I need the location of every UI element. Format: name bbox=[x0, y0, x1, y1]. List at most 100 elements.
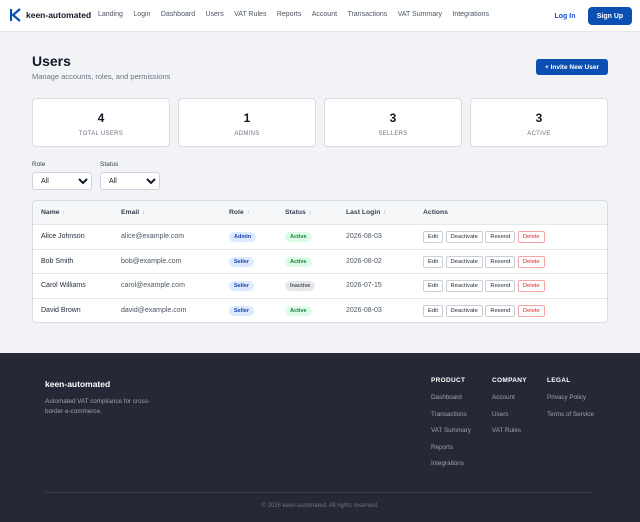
top-navbar: keen-automated Landing Login Dashboard U… bbox=[0, 0, 640, 32]
column-header-actions: Actions bbox=[423, 209, 448, 216]
table-row: Carol Williams carol@example.com Seller … bbox=[33, 274, 607, 299]
user-name: Carol Williams bbox=[41, 282, 86, 289]
delete-button[interactable]: Delete bbox=[517, 280, 545, 292]
footer-link-vat-rules[interactable]: VAT Rules bbox=[492, 427, 527, 434]
nav-reports[interactable]: Reports bbox=[277, 11, 302, 18]
delete-button[interactable]: Delete bbox=[517, 231, 545, 243]
column-label: Status bbox=[285, 209, 306, 216]
footer-link-reports[interactable]: Reports bbox=[431, 444, 471, 451]
role-badge: Admin bbox=[229, 232, 257, 242]
column-header-name[interactable]: Name ↑ bbox=[41, 209, 65, 216]
footer-column-legal: LEGAL Privacy Policy Terms of Service bbox=[547, 377, 594, 427]
resend-button[interactable]: Resend bbox=[485, 255, 516, 268]
stat-card-sellers: 3 SELLERS bbox=[324, 98, 462, 147]
footer-column-company: COMPANY Account Users VAT Rules bbox=[492, 377, 527, 444]
sort-icon: ↕ bbox=[142, 210, 145, 216]
main-nav: Landing Login Dashboard Users VAT Rules … bbox=[98, 11, 499, 18]
footer-link-privacy[interactable]: Privacy Policy bbox=[547, 394, 594, 401]
column-label: Actions bbox=[423, 209, 448, 216]
resend-button[interactable]: Resend bbox=[485, 231, 516, 243]
role-badge: Seller bbox=[229, 305, 254, 316]
nav-vat-rules[interactable]: VAT Rules bbox=[234, 11, 266, 18]
footer-link-account[interactable]: Account bbox=[492, 394, 527, 401]
stat-card-total-users: 4 TOTAL USERS bbox=[32, 98, 170, 147]
edit-button[interactable]: Edit bbox=[423, 255, 443, 268]
stat-value: 3 bbox=[535, 111, 543, 125]
edit-button[interactable]: Edit bbox=[423, 280, 443, 292]
column-header-email[interactable]: Email ↕ bbox=[121, 209, 145, 216]
users-table: Name ↑ Email ↕ Role ↕ Status ↕ Last Login ↕ A… bbox=[32, 200, 608, 323]
row-actions: Edit Deactivate Resend Delete bbox=[423, 231, 547, 243]
table-header: Name ↑ Email ↕ Role ↕ Status ↕ Last Login ↕ A… bbox=[33, 201, 607, 225]
row-actions: Edit Deactivate Resend Delete bbox=[423, 255, 547, 268]
nav-vat-summary[interactable]: VAT Summary bbox=[398, 11, 442, 18]
stat-label: SELLERS bbox=[378, 131, 408, 137]
user-email: alice@example.com bbox=[121, 233, 185, 240]
footer-link-terms[interactable]: Terms of Service bbox=[547, 411, 594, 418]
status-filter-select[interactable]: All bbox=[100, 172, 160, 190]
user-name: Bob Smith bbox=[41, 257, 74, 265]
nav-integrations[interactable]: Integrations bbox=[452, 11, 489, 18]
status-badge: Active bbox=[285, 256, 312, 267]
stat-value: 3 bbox=[389, 111, 397, 125]
column-label: Email bbox=[121, 209, 140, 216]
logo-icon bbox=[10, 8, 21, 22]
table-row: Bob Smith bob@example.com Seller Active … bbox=[33, 250, 607, 274]
brand[interactable]: keen-automated bbox=[10, 8, 91, 22]
role-filter-label: Role bbox=[32, 161, 46, 168]
table-row: Alice Johnson alice@example.com Admin Ac… bbox=[33, 225, 607, 250]
nav-dashboard[interactable]: Dashboard bbox=[161, 11, 195, 18]
brand-name: keen-automated bbox=[26, 10, 92, 20]
sort-icon: ↕ bbox=[308, 210, 312, 216]
stat-card-admins: 1 ADMINS bbox=[178, 98, 316, 147]
delete-button[interactable]: Delete bbox=[517, 304, 545, 317]
footer-heading: PRODUCT bbox=[431, 377, 466, 384]
page-title: Users bbox=[32, 53, 71, 69]
last-login: 2026-08-02 bbox=[346, 257, 382, 265]
footer-description: Automated VAT compliance for cross-borde… bbox=[45, 398, 150, 415]
nav-transactions[interactable]: Transactions bbox=[347, 11, 387, 18]
toggle-status-button[interactable]: Deactivate bbox=[445, 304, 483, 317]
column-header-role[interactable]: Role ↕ bbox=[229, 209, 249, 216]
toggle-status-button[interactable]: Deactivate bbox=[445, 231, 483, 243]
user-email: bob@example.com bbox=[121, 257, 182, 265]
edit-button[interactable]: Edit bbox=[423, 231, 443, 243]
status-filter-label: Status bbox=[100, 161, 119, 168]
resend-button[interactable]: Resend bbox=[485, 304, 516, 317]
user-email: carol@example.com bbox=[121, 282, 185, 289]
footer-link-transactions[interactable]: Transactions bbox=[431, 411, 471, 418]
nav-login[interactable]: Login bbox=[133, 11, 150, 18]
role-filter-select[interactable]: All bbox=[32, 172, 92, 190]
stat-label: ACTIVE bbox=[527, 131, 551, 137]
row-actions: Edit Reactivate Resend Delete bbox=[423, 280, 547, 292]
footer-link-users[interactable]: Users bbox=[492, 411, 527, 418]
toggle-status-button[interactable]: Reactivate bbox=[445, 280, 483, 292]
stat-value: 4 bbox=[97, 111, 105, 125]
invite-user-button[interactable]: + Invite New User bbox=[536, 59, 608, 75]
role-badge: Seller bbox=[229, 256, 254, 267]
toggle-status-button[interactable]: Deactivate bbox=[445, 255, 483, 268]
status-badge: Active bbox=[285, 305, 312, 316]
column-header-status[interactable]: Status ↕ bbox=[285, 209, 312, 216]
resend-button[interactable]: Resend bbox=[485, 280, 516, 292]
stat-card-active: 3 ACTIVE bbox=[470, 98, 608, 147]
user-email: david@example.com bbox=[121, 306, 187, 314]
status-badge: Active bbox=[285, 232, 312, 242]
footer-link-dashboard[interactable]: Dashboard bbox=[431, 394, 471, 401]
signup-button[interactable]: Sign Up bbox=[588, 7, 632, 25]
column-header-last-login[interactable]: Last Login ↕ bbox=[346, 209, 386, 216]
nav-account[interactable]: Account bbox=[312, 11, 337, 18]
nav-landing[interactable]: Landing bbox=[98, 11, 123, 18]
footer-brand: keen-automated bbox=[45, 379, 111, 389]
sort-icon: ↕ bbox=[246, 210, 250, 216]
row-actions: Edit Deactivate Resend Delete bbox=[423, 304, 547, 317]
last-login: 2026-07-15 bbox=[346, 282, 382, 289]
column-label: Last Login bbox=[346, 209, 381, 216]
edit-button[interactable]: Edit bbox=[423, 304, 443, 317]
footer-link-vat-summary[interactable]: VAT Summary bbox=[431, 427, 471, 434]
stat-value: 1 bbox=[243, 111, 251, 125]
login-button[interactable]: Log In bbox=[548, 7, 582, 25]
delete-button[interactable]: Delete bbox=[517, 255, 545, 268]
nav-users[interactable]: Users bbox=[205, 11, 223, 18]
footer-link-integrations[interactable]: Integrations bbox=[431, 460, 471, 467]
